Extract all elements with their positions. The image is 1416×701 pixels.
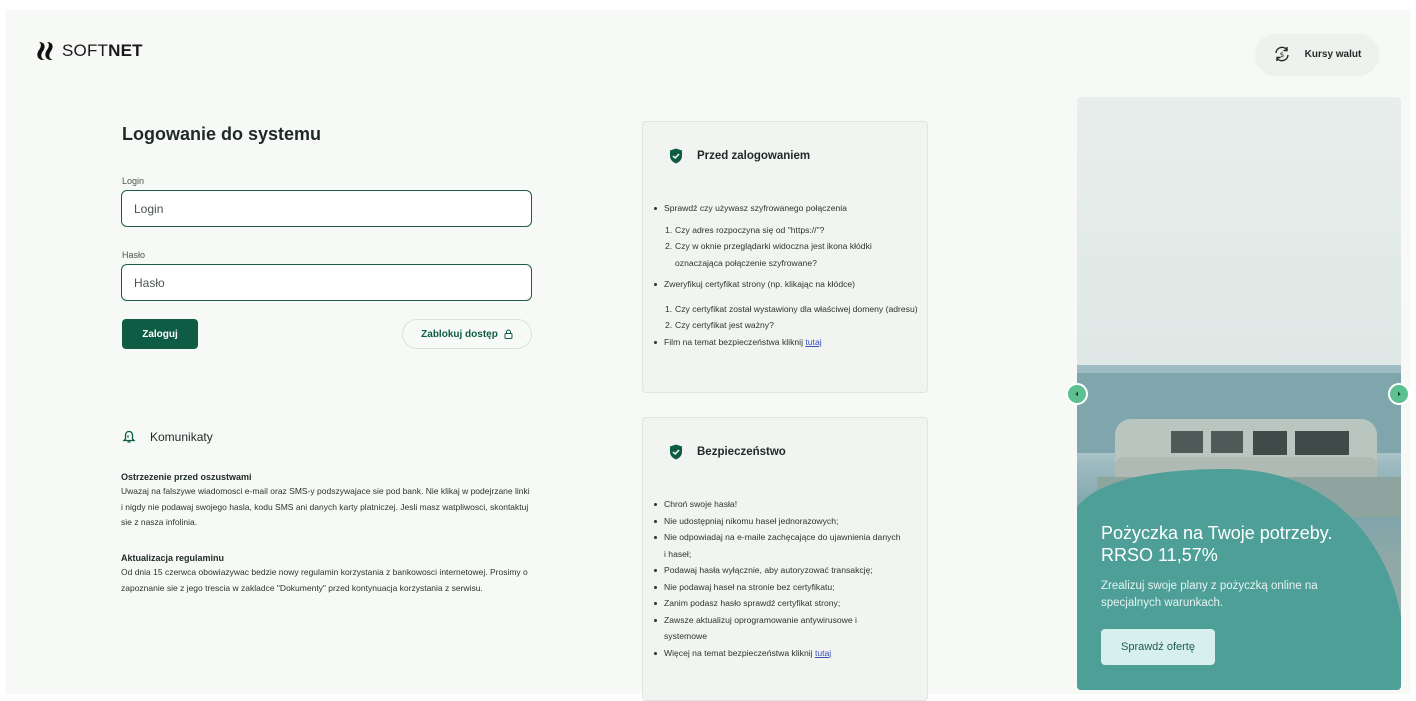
carousel-next-button[interactable] [1388, 383, 1410, 405]
sub-list: 1. Czy adres rozpoczyna się od "https://"… [651, 222, 921, 272]
messages-header: Komunikaty [122, 430, 213, 444]
banner-title: Pożyczka na Twoje potrzeby. RRSO 11,57% [1101, 523, 1333, 565]
messages-title: Komunikaty [150, 430, 213, 444]
card-title: Bezpieczeństwo [697, 446, 786, 458]
bell-icon [122, 430, 136, 443]
currency-rates-label: Kursy walut [1304, 48, 1362, 60]
security-list: Chroń swoje hasła! Nie udostępniaj nikom… [651, 496, 901, 661]
list-item: Nie podawaj haseł na stronie bez certyfi… [651, 579, 901, 596]
brand-name: SOFTNET [62, 41, 143, 60]
list-item: Film na temat bezpieczeństwa kliknij tut… [651, 334, 921, 351]
password-input[interactable] [121, 264, 532, 301]
brand-logo[interactable]: SOFTNET [36, 40, 143, 62]
notice-title: Ostrzezenie przed oszustwami [121, 472, 252, 482]
chevron-left-icon [1075, 391, 1078, 397]
notice-title: Aktualizacja regulaminu [121, 553, 225, 563]
notice-fraud-warning: Ostrzezenie przed oszustwami Uwazaj na f… [121, 472, 531, 531]
list-item: Zanim podasz hasło sprawdź certyfikat st… [651, 595, 901, 612]
list-item: 1. Czy certyfikat został wystawiony dla w… [665, 303, 918, 314]
before-login-card: Przed zalogowaniem Sprawdź czy używasz s… [642, 121, 928, 393]
svg-text:$: $ [1279, 51, 1283, 59]
page-title: Logowanie do systemu [122, 124, 322, 144]
security-more-link[interactable]: tutaj [815, 648, 831, 658]
security-card: Bezpieczeństwo Chroń swoje hasła! Nie ud… [642, 417, 928, 701]
list-item: 1. Czy adres rozpoczyna się od "https://"… [665, 224, 825, 235]
logo-icon [37, 42, 53, 60]
security-video-link[interactable]: tutaj [805, 337, 821, 347]
currency-exchange-icon: $ [1274, 46, 1289, 62]
promo-banner[interactable]: Pożyczka na Twoje potrzeby. RRSO 11,57% … [1077, 97, 1401, 690]
login-button[interactable]: Zaloguj [122, 319, 198, 349]
lock-icon [504, 329, 513, 339]
currency-rates-button[interactable]: $ Kursy walut [1256, 34, 1378, 74]
login-page: SOFTNET $ Kursy walut Logowanie do syste… [6, 10, 1410, 701]
login-label: Login [122, 176, 145, 186]
notice-body: Uwazaj na falszywe wiadomosci e-mail ora… [121, 486, 530, 527]
card-header: Bezpieczeństwo [669, 444, 786, 460]
sub-list: 1. Czy certyfikat został wystawiony dla w… [651, 301, 921, 334]
shield-check-icon [670, 148, 682, 164]
card-title: Przed zalogowaniem [697, 150, 811, 162]
password-label: Hasło [122, 250, 146, 260]
carousel-prev-button[interactable] [1066, 383, 1088, 405]
block-access-label: Zablokuj dostęp [421, 328, 498, 340]
list-item: 2. Czy w oknie przeglądarki widoczna jest… [665, 241, 872, 268]
login-input[interactable] [121, 190, 532, 227]
list-item: Nie udostępniaj nikomu haseł jednorazowy… [651, 513, 901, 530]
banner-subtitle: Zrealizuj swoje plany z pożyczką online … [1101, 580, 1318, 609]
list-item: Nie odpowiadaj na e-maile zachęcające do… [651, 529, 901, 562]
list-item: 2. Czy certyfikat jest ważny? [665, 320, 774, 330]
check-offer-button[interactable]: Sprawdź ofertę [1101, 629, 1215, 665]
before-login-list: Film na temat bezpieczeństwa kliknij tut… [651, 334, 921, 351]
card-header: Przed zalogowaniem [669, 148, 810, 164]
shield-check-icon [670, 444, 682, 460]
list-item: Zawsze aktualizuj oprogramowanie antywir… [651, 612, 901, 645]
before-login-list: Zweryfikuj certyfikat strony (np. klikaj… [651, 276, 921, 293]
notice-body: Od dnia 15 czerwca obowiazywac bedzie no… [121, 567, 528, 593]
chevron-right-icon [1398, 391, 1401, 397]
list-item: Sprawdź czy używasz szyfrowanego połącze… [651, 200, 921, 217]
list-item: Podawaj hasła wyłącznie, aby autoryzować… [651, 562, 901, 579]
notice-terms-update: Aktualizacja regulaminu Od dnia 15 czerw… [121, 553, 531, 596]
block-access-button[interactable]: Zablokuj dostęp [402, 319, 532, 349]
list-item: Więcej na temat bezpieczeństwa kliknij t… [651, 645, 901, 662]
list-item: Chroń swoje hasła! [651, 496, 901, 513]
before-login-list: Sprawdź czy używasz szyfrowanego połącze… [651, 200, 921, 217]
list-item: Zweryfikuj certyfikat strony (np. klikaj… [651, 276, 921, 293]
